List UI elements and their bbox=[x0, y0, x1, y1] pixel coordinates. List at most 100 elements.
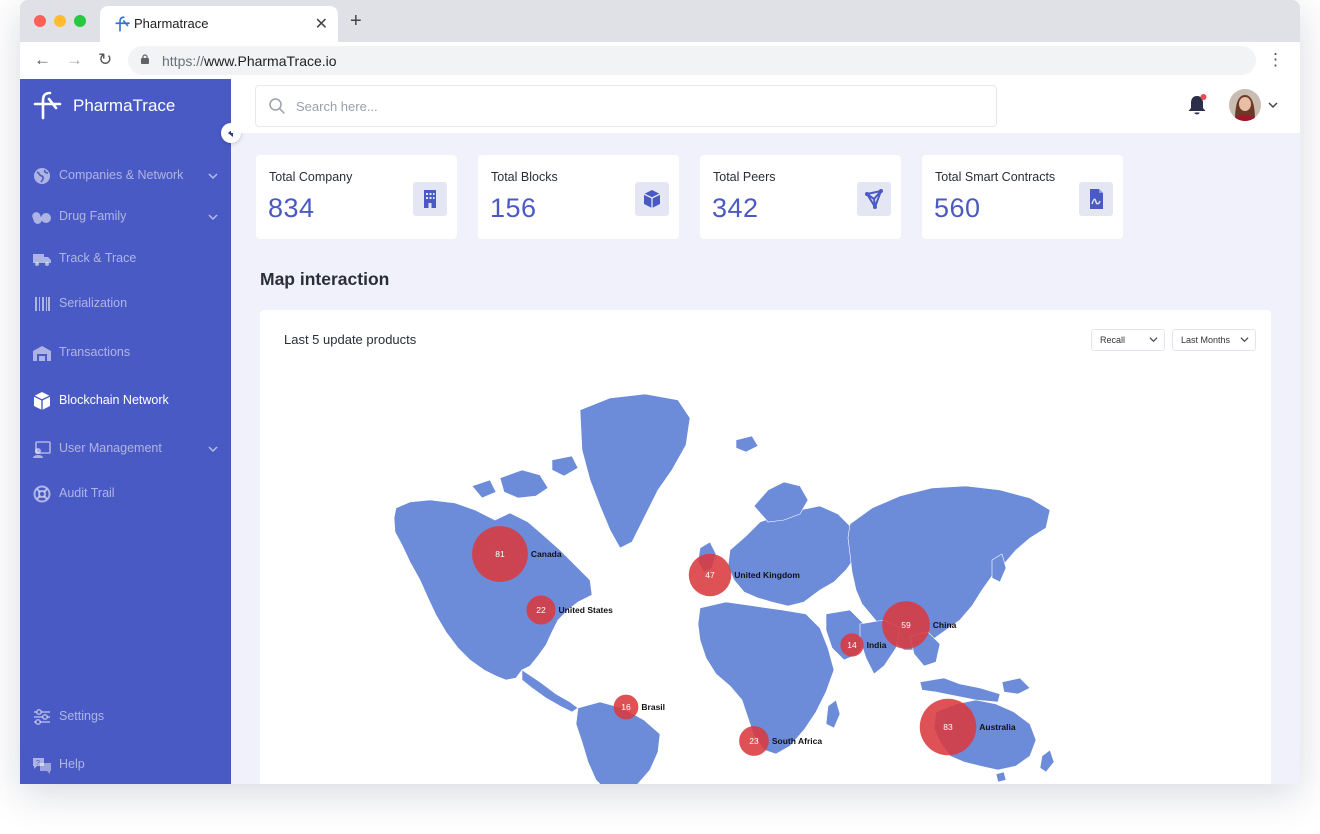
address-bar: ← → ↻ https://www.PharmaTrace.io ⋮ bbox=[20, 42, 1300, 80]
chevron-down-icon[interactable] bbox=[1267, 99, 1279, 111]
stat-card-total-blocks: Total Blocks 156 bbox=[478, 155, 679, 239]
barcode-icon bbox=[35, 297, 50, 311]
map-marker-country: Brasil bbox=[641, 702, 665, 712]
sidebar-item-label: Serialization bbox=[59, 296, 128, 310]
sidebar-item-serialization[interactable]: Serialization bbox=[20, 287, 231, 321]
map-marker-country: United States bbox=[559, 605, 614, 615]
sidebar-item-track-trace[interactable]: Track & Trace bbox=[20, 242, 231, 276]
browser-tab-strip: Pharmatrace ✕ + bbox=[20, 0, 1300, 42]
stat-value: 156 bbox=[490, 193, 537, 223]
map-marker-value: 59 bbox=[901, 620, 911, 630]
avatar[interactable] bbox=[1229, 89, 1261, 121]
sidebar-item-drug-family[interactable]: Drug Family bbox=[20, 200, 231, 234]
maximize-window-button[interactable] bbox=[74, 15, 86, 27]
page-title: Map interaction bbox=[260, 269, 390, 289]
sidebar-item-label: Track & Trace bbox=[59, 251, 137, 265]
warehouse-icon bbox=[33, 346, 51, 361]
search-icon bbox=[269, 98, 285, 114]
sidebar-item-companies-network[interactable]: Companies & Network bbox=[20, 159, 231, 193]
sidebar-item-label: Drug Family bbox=[59, 209, 127, 223]
map-marker-country: Canada bbox=[531, 549, 562, 559]
new-zealand bbox=[1039, 749, 1055, 773]
map-marker-country: United Kingdom bbox=[734, 570, 800, 580]
url-input[interactable]: https://www.PharmaTrace.io bbox=[128, 46, 1256, 75]
stat-card-total-company: Total Company 834 bbox=[256, 155, 457, 239]
indonesia bbox=[919, 677, 1001, 703]
contract-icon bbox=[1079, 182, 1113, 216]
pills-icon bbox=[32, 212, 51, 224]
stat-label: Total Smart Contracts bbox=[935, 170, 1056, 184]
arctic-islands bbox=[551, 455, 579, 477]
arctic-islands bbox=[499, 469, 549, 499]
stat-card-total-peers: Total Peers 342 bbox=[700, 155, 901, 239]
europe bbox=[727, 505, 861, 607]
sidebar-item-help[interactable]: ? Help bbox=[20, 748, 231, 782]
sidebar-item-label: Blockchain Network bbox=[59, 393, 169, 407]
back-arrow-icon[interactable]: ← bbox=[34, 50, 51, 70]
pharmatrace-logo-icon bbox=[33, 91, 62, 120]
stat-value: 560 bbox=[934, 193, 981, 223]
stat-card-total-smart-contracts: Total Smart Contracts 560 bbox=[922, 155, 1123, 239]
cube-icon bbox=[33, 392, 51, 410]
reload-icon[interactable]: ↻ bbox=[98, 50, 112, 70]
close-window-button[interactable] bbox=[34, 15, 46, 27]
sidebar-item-label: Companies & Network bbox=[59, 168, 184, 182]
minimize-window-button[interactable] bbox=[54, 15, 66, 27]
sidebar-item-transactions[interactable]: Transactions bbox=[20, 336, 231, 370]
sidebar-item-label: Help bbox=[59, 757, 85, 771]
brand-name: PharmaTrace bbox=[73, 96, 176, 115]
map-marker-value: 22 bbox=[536, 605, 546, 615]
map-marker[interactable]: 16 Brasil bbox=[613, 694, 665, 720]
sidebar-item-label: Audit Trail bbox=[59, 486, 115, 500]
arctic-islands bbox=[471, 479, 497, 499]
sidebar-item-user-management[interactable]: User Management bbox=[20, 432, 231, 466]
map-marker-country: South Africa bbox=[772, 736, 822, 746]
central-america bbox=[521, 669, 579, 713]
iceland bbox=[735, 435, 759, 453]
map-card: Last 5 update products Recall Last Month… bbox=[260, 310, 1271, 784]
map-marker-value: 81 bbox=[495, 549, 505, 559]
forward-arrow-icon[interactable]: → bbox=[66, 50, 83, 70]
search-input[interactable] bbox=[294, 95, 978, 117]
chevron-down-icon bbox=[208, 214, 218, 221]
stat-label: Total Company bbox=[269, 170, 353, 184]
sidebar: PharmaTrace Companies & Network Drug Fam… bbox=[20, 79, 241, 784]
stat-label: Total Peers bbox=[713, 170, 776, 184]
map-marker-value: 83 bbox=[943, 722, 953, 732]
tab-title: Pharmatrace bbox=[134, 16, 209, 31]
sliders-icon bbox=[34, 709, 50, 725]
map-marker-value: 23 bbox=[749, 736, 759, 746]
tab-close-icon[interactable]: ✕ bbox=[315, 14, 328, 34]
sidebar-item-blockchain-network[interactable]: Blockchain Network bbox=[20, 384, 231, 418]
truck-icon bbox=[33, 254, 51, 266]
cube-icon bbox=[635, 182, 669, 216]
browser-menu-icon[interactable]: ⋮ bbox=[1267, 50, 1284, 70]
chat-help-icon: ? bbox=[33, 758, 51, 774]
tasmania bbox=[995, 771, 1007, 783]
building-icon bbox=[413, 182, 447, 216]
world-map[interactable]: 81 Canada 22 United States 47 United Kingdom 5… bbox=[260, 310, 1271, 784]
new-guinea bbox=[1001, 677, 1031, 695]
browser-tab[interactable]: Pharmatrace ✕ bbox=[100, 6, 338, 42]
map-marker-country: India bbox=[867, 640, 887, 650]
user-card-icon bbox=[33, 441, 51, 458]
lock-icon bbox=[141, 54, 149, 64]
map-marker-value: 14 bbox=[847, 640, 857, 650]
lifebuoy-icon bbox=[33, 485, 51, 503]
notification-dot bbox=[1200, 94, 1207, 100]
user-avatar-image bbox=[1229, 89, 1261, 121]
stat-value: 342 bbox=[712, 193, 759, 223]
madagascar bbox=[825, 699, 841, 729]
sidebar-item-label: Settings bbox=[59, 709, 105, 723]
globe-icon bbox=[34, 168, 50, 184]
url-host: www.PharmaTrace.io bbox=[204, 53, 337, 69]
sidebar-item-settings[interactable]: Settings bbox=[20, 700, 231, 734]
pharmatrace-logo-icon bbox=[115, 16, 130, 32]
new-tab-button[interactable]: + bbox=[350, 10, 362, 33]
sidebar-item-label: Transactions bbox=[59, 345, 131, 359]
map-marker-country: Australia bbox=[979, 722, 1016, 732]
sidebar-item-audit-trail[interactable]: Audit Trail bbox=[20, 477, 231, 511]
notification-bell-icon[interactable] bbox=[1186, 93, 1208, 117]
network-icon bbox=[857, 182, 891, 216]
stat-value: 834 bbox=[268, 193, 315, 223]
